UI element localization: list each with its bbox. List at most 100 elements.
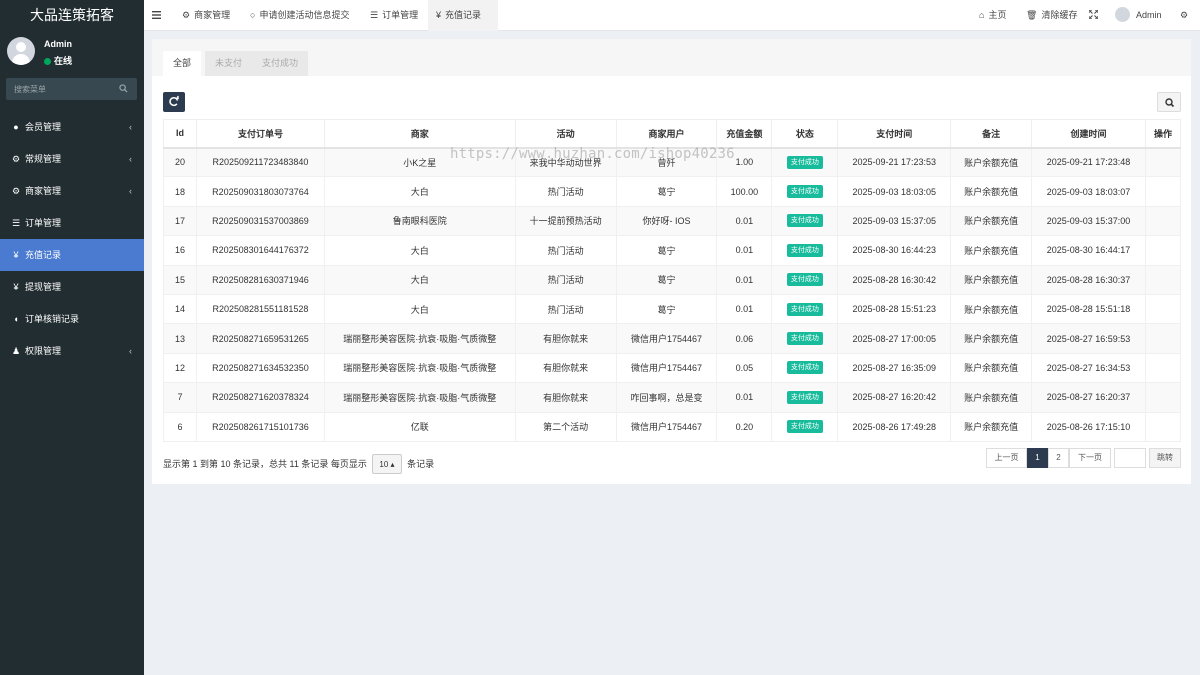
table-cell: 15 xyxy=(163,264,197,295)
jump-button[interactable]: 跳转 xyxy=(1149,448,1181,468)
menu-search-input[interactable] xyxy=(6,78,116,100)
next-page-button[interactable]: 下一页 xyxy=(1069,448,1111,468)
table-cell xyxy=(1144,293,1182,325)
column-header[interactable]: 备注 xyxy=(950,119,1033,149)
table-row[interactable]: 14 R202508281551181528 大白 热门活动 葛宁 0.01 支付成功 202… xyxy=(163,293,1182,325)
jump-page-input[interactable] xyxy=(1114,448,1146,468)
top-tab-0[interactable]: ⚙ 商家管理 xyxy=(174,0,238,31)
table-cell: 葛宁 xyxy=(615,235,718,266)
home-link[interactable]: ⌂ 主页 xyxy=(979,0,1006,31)
page-button-2[interactable]: 2 xyxy=(1048,448,1069,468)
sidebar-item-6[interactable]: ◖ 订单核销记录 xyxy=(0,303,144,335)
filter-tab-2[interactable]: 支付成功 xyxy=(252,51,309,76)
table-cell: 支付成功 xyxy=(771,264,839,295)
table-cell: 17 xyxy=(163,205,197,237)
list-icon: ☰ xyxy=(11,218,21,228)
table-cell: 2025-08-27 16:20:42 xyxy=(837,382,952,413)
table-cell: R202509031803073764 xyxy=(195,176,325,207)
table-cell: 2025-09-03 15:37:00 xyxy=(1031,205,1146,237)
table-search-button[interactable] xyxy=(1157,92,1181,112)
gear-icon: ⚙ xyxy=(182,10,191,20)
sidebar-item-label: 会员管理 xyxy=(25,122,62,132)
table-row[interactable]: 20 R202509211723483840 小K之星 来我中华动动世界 曾歼 1.00 支… xyxy=(163,146,1182,178)
column-header[interactable]: 支付时间 xyxy=(837,119,952,149)
table-cell: 2025-08-30 16:44:17 xyxy=(1031,235,1146,266)
top-tab-3[interactable]: ¥ 充值记录 xyxy=(428,0,498,31)
circle-icon: ○ xyxy=(250,10,256,20)
table-cell: 热门活动 xyxy=(514,293,617,325)
column-header[interactable]: 充值金额 xyxy=(716,119,773,149)
table-cell: 18 xyxy=(163,176,197,207)
page-button-1[interactable]: 1 xyxy=(1027,448,1048,468)
table-row[interactable]: 6 R202508261715101736 亿联 第二个活动 微信用户1754467 0.… xyxy=(163,411,1182,442)
recharge-table: Id 支付订单号 商家 活动 商家用户 充值金额 状态 支付时间 备注 创建时间 操作 20 R202… xyxy=(163,119,1182,442)
fullscreen-icon[interactable] xyxy=(1088,0,1099,31)
refresh-button[interactable] xyxy=(163,92,185,112)
table-row[interactable]: 17 R202509031537003869 鲁南眼科医院 十一提前预热活动 你好呀- … xyxy=(163,205,1182,237)
table-cell: 2025-08-28 15:51:23 xyxy=(837,293,952,325)
table-cell: 0.05 xyxy=(716,352,773,384)
chevron-left-icon: ‹ xyxy=(129,346,132,356)
table-cell: 2025-08-28 15:51:18 xyxy=(1031,293,1146,325)
table-cell: 账户余额充值 xyxy=(950,352,1033,384)
table-cell: 账户余额充值 xyxy=(950,176,1033,207)
sidebar-item-7[interactable]: ♟ 权限管理 ‹ xyxy=(0,335,144,367)
column-header[interactable]: 活动 xyxy=(514,119,617,149)
clear-cache-link[interactable]: 🗑 清除缓存 xyxy=(1026,0,1077,31)
table-cell: 支付成功 xyxy=(771,382,839,413)
table-cell: R202508271634532350 xyxy=(195,352,325,384)
filter-tab-1[interactable]: 未支付 xyxy=(205,51,253,76)
page-info: 显示第 1 到第 10 条记录，总共 11 条记录 每页显示 10 ▴ 条记录 xyxy=(163,454,434,474)
prev-page-button[interactable]: 上一页 xyxy=(986,448,1027,468)
admin-menu[interactable]: Admin xyxy=(1115,0,1162,31)
table-cell: R202508271659531265 xyxy=(195,323,325,354)
sidebar-item-4[interactable]: ¥ 充值记录 xyxy=(0,239,144,271)
table-row[interactable]: 18 R202509031803073764 大白 热门活动 葛宁 100.00 支付成功 2… xyxy=(163,176,1182,207)
top-tab-label: 订单管理 xyxy=(382,10,419,20)
column-header[interactable]: 操作 xyxy=(1144,119,1182,149)
search-icon xyxy=(1165,98,1175,108)
sidebar-toggle-icon[interactable] xyxy=(152,0,166,31)
sidebar-item-label: 订单管理 xyxy=(25,218,62,228)
sidebar-item-1[interactable]: ⚙ 常规管理 ‹ xyxy=(0,143,144,175)
table-cell: 亿联 xyxy=(323,411,516,442)
settings-gear-icon[interactable]: ⚙ xyxy=(1180,0,1192,31)
table-cell: R202509211723483840 xyxy=(195,146,325,178)
user-circle-icon: ● xyxy=(13,122,19,132)
sidebar-item-2[interactable]: ⚙ 商家管理 ‹ xyxy=(0,175,144,207)
table-row[interactable]: 15 R202508281630371946 大白 热门活动 葛宁 0.01 支付成功 202… xyxy=(163,264,1182,295)
brand-logo[interactable]: 大品连策拓客 xyxy=(0,0,144,31)
column-header[interactable]: 商家 xyxy=(323,119,516,149)
sidebar-item-5[interactable]: ¥ 提现管理 xyxy=(0,271,144,303)
column-header[interactable]: Id xyxy=(163,119,197,149)
column-header[interactable]: 创建时间 xyxy=(1031,119,1146,149)
status-badge: 支付成功 xyxy=(786,332,823,346)
top-tab-label: 商家管理 xyxy=(194,10,231,20)
table-row[interactable]: 12 R202508271634532350 瑞丽整形美容医院·抗衰·吸脂·气质微整… xyxy=(163,352,1182,384)
sidebar-item-0[interactable]: ● 会员管理 ‹ xyxy=(0,111,144,143)
sidebar-item-3[interactable]: ☰ 订单管理 xyxy=(0,207,144,239)
table-cell xyxy=(1144,205,1182,237)
table-cell: 2025-08-27 16:20:37 xyxy=(1031,382,1146,413)
trash-icon: 🗑 xyxy=(1026,10,1038,20)
table-row[interactable]: 16 R202508301644176372 大白 热门活动 葛宁 0.01 支付成功 202… xyxy=(163,235,1182,266)
top-tab-2[interactable]: ☰ 订单管理 xyxy=(362,0,424,31)
chevron-left-icon: ‹ xyxy=(129,154,132,164)
top-navbar: ⚙ 商家管理 ○ 申请创建活动信息提交 ☰ 订单管理 ¥ 充值记录 ⌂ 主页 🗑 清除缓存 Adm… xyxy=(144,0,1200,31)
column-header[interactable]: 支付订单号 xyxy=(195,119,325,149)
table-cell: 支付成功 xyxy=(771,352,839,384)
top-tab-1[interactable]: ○ 申请创建活动信息提交 xyxy=(242,0,358,31)
table-cell: 2025-09-03 15:37:05 xyxy=(837,205,952,237)
table-cell: 2025-08-28 16:30:42 xyxy=(837,264,952,295)
sidebar-item-label: 提现管理 xyxy=(25,282,62,292)
column-header[interactable]: 商家用户 xyxy=(615,119,718,149)
table-cell: 有胆你就来 xyxy=(514,323,617,354)
table-row[interactable]: 13 R202508271659531265 瑞丽整形美容医院·抗衰·吸脂·气质微整… xyxy=(163,323,1182,354)
table-row[interactable]: 7 R202508271620378324 瑞丽整形美容医院·抗衰·吸脂·气质微整有… xyxy=(163,382,1182,413)
table-cell: 账户余额充值 xyxy=(950,323,1033,354)
filter-tab-0[interactable]: 全部 xyxy=(163,51,202,76)
page-size-select[interactable]: 10 ▴ xyxy=(372,454,402,474)
column-header[interactable]: 状态 xyxy=(771,119,839,149)
status-badge: 支付成功 xyxy=(786,214,823,228)
search-icon[interactable] xyxy=(119,84,128,93)
